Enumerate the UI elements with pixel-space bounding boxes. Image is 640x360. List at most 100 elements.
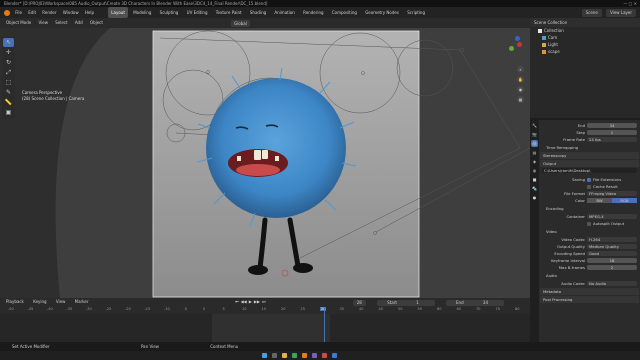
tab-shading[interactable]: Shading (247, 7, 269, 18)
tab-sculpting[interactable]: Sculpting (157, 7, 182, 18)
post-processing-section[interactable]: Post Processing (540, 296, 639, 303)
menu-timeline-view[interactable]: View (56, 299, 66, 304)
tab-layout[interactable]: Layout (108, 7, 128, 18)
world-tab-icon[interactable]: ◍ (531, 167, 538, 174)
menu-playback[interactable]: Playback (6, 299, 24, 304)
move-icon[interactable]: ✛ (3, 48, 14, 57)
menu-render[interactable]: Render (42, 10, 56, 15)
grid-icon[interactable]: ▦ (517, 96, 524, 103)
measure-icon[interactable]: 📏 (3, 98, 14, 107)
cache-result-checkbox[interactable] (587, 185, 591, 189)
menu-view[interactable]: View (38, 20, 48, 25)
jump-end-icon[interactable]: ⏭ (262, 299, 266, 304)
playhead[interactable] (324, 307, 325, 342)
tab-scripting[interactable]: Scripting (404, 7, 428, 18)
end-frame-field[interactable]: End 34 (446, 300, 504, 306)
app-icon[interactable] (322, 353, 327, 358)
next-key-icon[interactable]: ▶▶ (254, 299, 260, 304)
tab-uv-editing[interactable]: UV Editing (184, 7, 211, 18)
window-controls[interactable]: — ▢ ✕ (623, 0, 637, 7)
audio-section[interactable]: Audio (540, 272, 639, 279)
outliner-row[interactable]: Cam (530, 34, 640, 41)
app-icon[interactable] (332, 353, 337, 358)
app-icon[interactable] (312, 353, 317, 358)
menu-add[interactable]: Add (75, 20, 83, 25)
tab-rendering[interactable]: Rendering (300, 7, 326, 18)
y-axis-icon[interactable] (509, 46, 514, 51)
outliner-row[interactable]: Light (530, 41, 640, 48)
max-bframes-field[interactable]: 2 (587, 265, 637, 270)
video-section[interactable]: Video (540, 228, 639, 235)
view-layer-tab-icon[interactable]: ▤ (531, 149, 538, 156)
current-frame-field[interactable]: 28 (352, 300, 366, 306)
encoding-speed-dropdown[interactable]: Good (587, 251, 637, 256)
tab-geometry-nodes[interactable]: Geometry Nodes (362, 7, 402, 18)
tool-tab-icon[interactable]: 🔧 (531, 122, 538, 129)
cursor-icon[interactable]: ↖ (3, 38, 14, 47)
blender-taskbar-icon[interactable] (302, 353, 307, 358)
play-icon[interactable]: ▶ (249, 299, 252, 304)
x-axis-icon[interactable] (517, 42, 522, 47)
output-section[interactable]: Output (540, 160, 639, 167)
zoom-icon[interactable]: ⌕ (517, 66, 524, 73)
tab-animation[interactable]: Animation (271, 7, 297, 18)
transform-icon[interactable]: ⬚ (3, 78, 14, 87)
metadata-section[interactable]: Metadata (540, 288, 639, 295)
jump-start-icon[interactable]: ⏮ (235, 299, 239, 304)
annotate-icon[interactable]: ✎ (3, 88, 14, 97)
audio-codec-dropdown[interactable]: No Audio (587, 281, 637, 286)
menu-object[interactable]: Object (90, 20, 103, 25)
tab-modeling[interactable]: Modeling (130, 7, 154, 18)
menu-marker[interactable]: Marker (75, 299, 89, 304)
orientation-dropdown[interactable]: Global (231, 20, 250, 27)
z-axis-icon[interactable] (515, 36, 520, 41)
frame-step-field[interactable]: 1 (587, 130, 637, 135)
output-path-field[interactable]: C:\Users\ramih\Desktop\ (542, 168, 637, 173)
menu-edit[interactable]: Edit (28, 10, 36, 15)
timeline-editor[interactable]: Playback Keying View Marker ⏮ ◀◀ ▶ ▶▶ ⏭ 28 S… (0, 298, 530, 342)
object-tab-icon[interactable]: ■ (531, 176, 538, 183)
prev-key-icon[interactable]: ◀◀ (241, 299, 247, 304)
tab-compositing[interactable]: Compositing (329, 7, 360, 18)
menu-window[interactable]: Window (63, 10, 79, 15)
video-codec-dropdown[interactable]: H.264 (587, 237, 637, 242)
file-extensions-checkbox[interactable] (587, 178, 591, 182)
explorer-icon[interactable] (282, 353, 287, 358)
add-cube-icon[interactable]: ▣ (3, 108, 14, 117)
color-bw-option[interactable]: BW (587, 198, 612, 203)
blender-logo-icon[interactable] (4, 10, 10, 16)
viewlayer-selector[interactable]: View Layer (606, 9, 636, 17)
material-tab-icon[interactable]: ● (531, 194, 538, 201)
hand-icon[interactable]: ✋ (517, 76, 524, 83)
menu-keying[interactable]: Keying (33, 299, 46, 304)
mode-selector[interactable]: Object Mode (6, 20, 31, 25)
timeline-ruler[interactable]: -50-45-40-35-30-25-20-15-10-505101520252… (0, 307, 530, 314)
render-tab-icon[interactable]: 📷 (531, 131, 538, 138)
rotate-icon[interactable]: ↻ (3, 58, 14, 67)
autosplit-checkbox[interactable] (587, 222, 591, 226)
browser-icon[interactable] (292, 353, 297, 358)
container-dropdown[interactable]: MPEG-4 (587, 214, 637, 219)
modifier-tab-icon[interactable]: 🔩 (531, 185, 538, 192)
menu-file[interactable]: File (15, 10, 22, 15)
scene-selector[interactable]: Scene (581, 9, 602, 17)
color-rgb-option[interactable]: RGB (612, 198, 637, 203)
start-frame-field[interactable]: Start 1 (377, 300, 435, 306)
encoding-section[interactable]: Encoding (540, 205, 639, 212)
tab-texture-paint[interactable]: Texture Paint (213, 7, 245, 18)
scale-icon[interactable]: ⤢ (3, 68, 14, 77)
3d-viewport[interactable]: ↖ ✛ ↻ ⤢ ⬚ ✎ 📏 ▣ Camera Perspective (28) … (0, 28, 530, 298)
menu-help[interactable]: Help (85, 10, 94, 15)
frame-end-field[interactable]: 34 (587, 123, 637, 128)
camera-icon[interactable]: ◉ (517, 86, 524, 93)
keyframe-interval-field[interactable]: 18 (587, 258, 637, 263)
output-quality-dropdown[interactable]: Medium Quality (587, 244, 637, 249)
outliner-row[interactable]: Collection (530, 27, 640, 34)
windows-start-icon[interactable] (262, 353, 267, 358)
outliner-row[interactable]: scape (530, 48, 640, 55)
scene-tab-icon[interactable]: ◈ (531, 158, 538, 165)
menu-select[interactable]: Select (55, 20, 67, 25)
search-icon[interactable] (272, 353, 277, 358)
stereoscopy-section[interactable]: Stereoscopy (540, 152, 639, 159)
output-tab-icon[interactable]: 🖨 (531, 140, 538, 147)
